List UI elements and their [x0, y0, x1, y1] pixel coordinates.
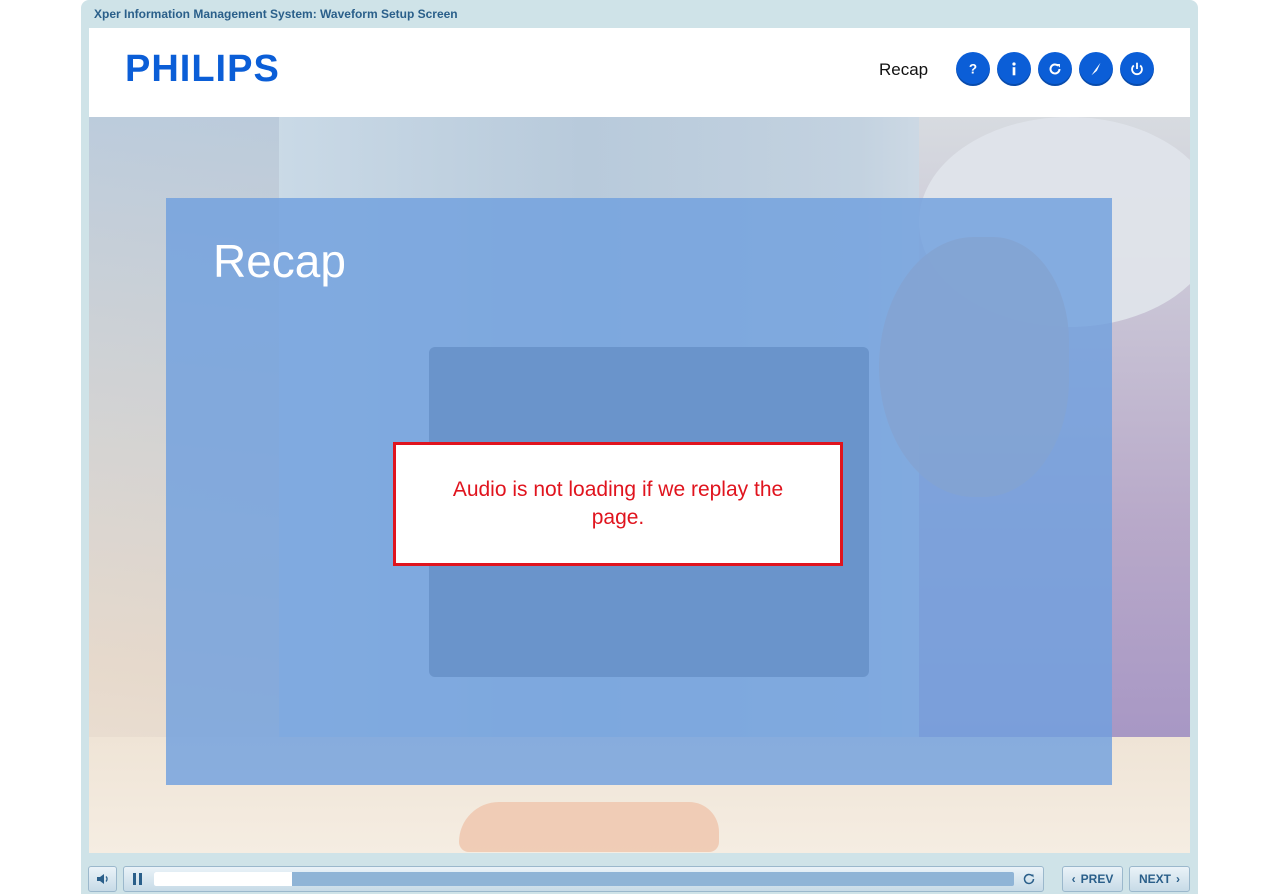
philips-logo: PHILIPS: [125, 48, 280, 90]
replay-icon: [1049, 63, 1061, 75]
navigate-button[interactable]: [1079, 52, 1113, 86]
progress-fill: [154, 872, 292, 886]
navigate-icon: [1091, 62, 1101, 76]
progress-track[interactable]: [154, 872, 1014, 886]
section-label: Recap: [879, 60, 929, 79]
svg-text:?: ?: [969, 62, 977, 77]
power-button[interactable]: [1120, 52, 1154, 86]
header: PHILIPS Recap ?: [89, 28, 1190, 117]
next-label: NEXT: [1138, 872, 1171, 886]
review-note-text: Audio is not loading if we replay the pa…: [452, 478, 784, 529]
seek-bar[interactable]: [123, 866, 1044, 892]
volume-button[interactable]: [88, 866, 117, 892]
next-button[interactable]: NEXT ›: [1129, 866, 1190, 892]
pause-icon[interactable]: [132, 873, 144, 885]
background-hand: [459, 802, 719, 852]
info-icon: [1012, 62, 1016, 76]
help-button[interactable]: ?: [956, 52, 990, 86]
replay-icon[interactable]: [1021, 871, 1037, 887]
prev-button[interactable]: ‹ PREV: [1062, 866, 1123, 892]
chevron-right-icon: ›: [1176, 872, 1180, 886]
power-icon: [1131, 62, 1143, 76]
replay-button[interactable]: [1038, 52, 1072, 86]
chevron-left-icon: ‹: [1071, 872, 1076, 886]
player-controls: ‹ PREV NEXT ›: [81, 862, 1198, 894]
window-title: Xper Information Management System: Wave…: [94, 7, 458, 21]
slide-title: Recap: [213, 235, 346, 287]
prev-label: PREV: [1080, 872, 1114, 886]
review-note: Audio is not loading if we replay the pa…: [393, 442, 843, 566]
info-button[interactable]: [997, 52, 1031, 86]
help-icon: ?: [969, 62, 977, 77]
speaker-icon: [96, 874, 108, 884]
